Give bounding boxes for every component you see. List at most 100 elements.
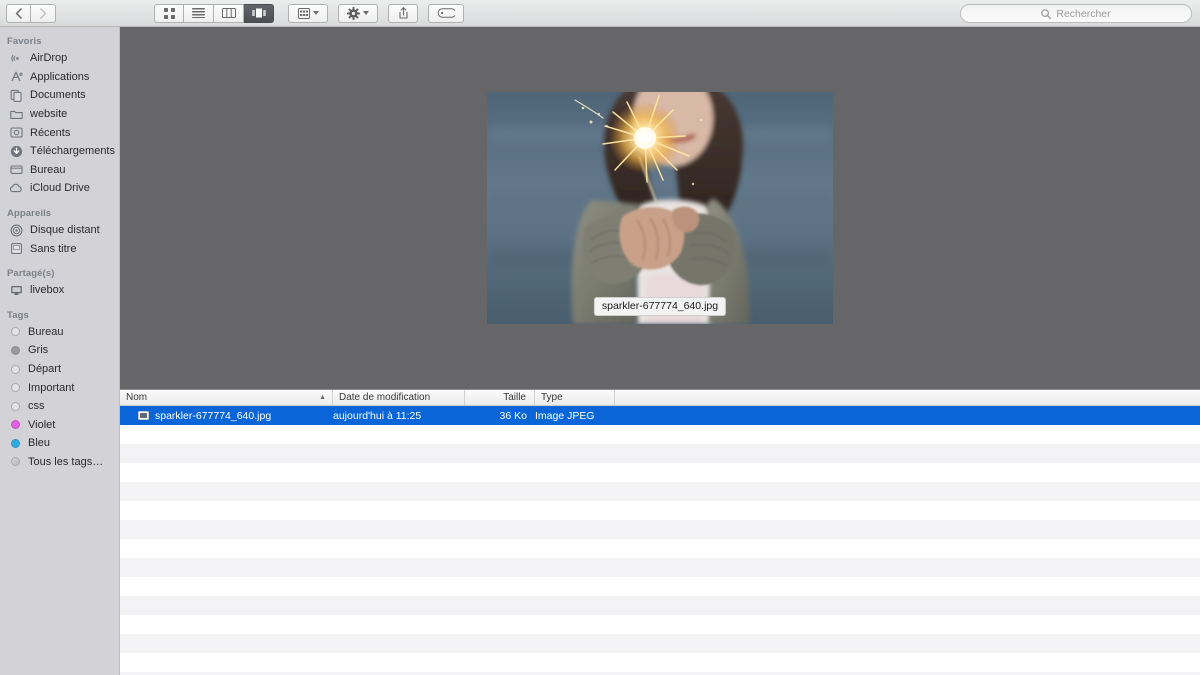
chevron-down-icon [312,11,319,15]
sidebar-item-icloud-drive[interactable]: iCloud Drive [0,179,119,198]
sidebar-tag-violet[interactable]: Violet [0,416,119,435]
cell-date: aujourd'hui à 11:25 [333,409,422,422]
chevron-left-icon [15,7,22,19]
sidebar-item-label: Disque distant [30,224,100,237]
sidebar-item-untitled-disk[interactable]: Sans titre [0,239,119,258]
empty-row[interactable] [120,596,1200,615]
chevron-down-icon [363,11,369,15]
empty-row[interactable] [120,577,1200,596]
column-header-date[interactable]: Date de modification [333,390,465,405]
sidebar-tag-important[interactable]: Important [0,378,119,397]
hard-disk-icon [9,242,23,256]
sidebar-tag-depart[interactable]: Départ [0,360,119,379]
column-header-size[interactable]: Taille [465,390,535,405]
empty-row[interactable] [120,615,1200,634]
preview-photo-render [487,92,833,324]
sidebar-item-documents[interactable]: Documents [0,86,119,105]
search-field[interactable]: Rechercher [960,4,1192,23]
coverflow-preview-pane[interactable]: sparkler-677774_640.jpg [120,27,1200,389]
tag-button[interactable] [428,3,464,23]
sidebar-tag-all-tags[interactable]: Tous les tags… [0,453,119,472]
list-view-button[interactable] [184,3,214,23]
sidebar-item-airdrop[interactable]: AirDrop [0,49,119,68]
arrange-button[interactable] [288,3,328,23]
tag-color-dot [11,327,20,337]
empty-row[interactable] [120,463,1200,482]
chevron-right-icon [39,7,46,19]
sidebar-item-recents[interactable]: Récents [0,123,119,142]
empty-row[interactable] [120,539,1200,558]
sidebar-item-label: iCloud Drive [30,182,90,195]
sidebar-item-label: AirDrop [30,52,68,65]
tag-color-dot [11,401,20,411]
tag-color-dot [11,345,20,355]
sidebar-item-remote-disk[interactable]: Disque distant [0,221,119,240]
sidebar-item-livebox[interactable]: livebox [0,281,119,300]
documents-icon [9,88,23,102]
preview-image[interactable]: sparkler-677774_640.jpg [487,92,833,324]
sidebar-tag-bleu[interactable]: Bleu [0,434,119,453]
forward-button[interactable] [31,3,56,23]
sidebar-item-desktop[interactable]: Bureau [0,161,119,180]
back-button[interactable] [6,3,31,23]
empty-row[interactable] [120,653,1200,672]
jpeg-file-icon [138,411,149,420]
tag-color-dot [11,457,20,467]
sidebar-item-label: website [30,108,68,121]
preview-filename-label: sparkler-677774_640.jpg [593,297,727,316]
file-list-rows: sparkler-677774_640.jpg aujourd'hui à 11… [120,406,1200,675]
sidebar-item-applications[interactable]: Applications [0,68,119,87]
folder-icon [9,107,23,121]
sidebar-tag-label: Violet [28,418,56,431]
arrange-grid-icon [297,7,310,19]
empty-row[interactable] [120,520,1200,539]
sidebar-tag-label: Départ [28,363,62,376]
sidebar-tag-label: Bleu [28,437,51,450]
toolbar-action-group [288,3,464,23]
finder-window: Rechercher Favoris AirDrop Applications … [0,0,1200,675]
sidebar-tag-bureau[interactable]: Bureau [0,323,119,342]
empty-row[interactable] [120,558,1200,577]
share-button[interactable] [388,3,418,23]
sidebar-tag-gris[interactable]: Gris [0,341,119,360]
action-menu-button[interactable] [338,3,378,23]
empty-row[interactable] [120,501,1200,520]
columns-icon [221,8,236,18]
sidebar: Favoris AirDrop Applications Documents w… [0,27,120,675]
sidebar-tag-css[interactable]: css [0,397,119,416]
empty-row[interactable] [120,482,1200,501]
airdrop-icon [9,51,23,65]
file-name-label: sparkler-677774_640.jpg [155,409,272,422]
file-list-header: Nom ▲ Date de modification Taille Type [120,389,1200,406]
sidebar-section-title-partages: Partagé(s) [7,267,55,279]
sidebar-item-label: livebox [30,284,65,297]
sidebar-tag-label: Gris [28,344,49,357]
column-header-type[interactable]: Type [535,390,615,405]
column-view-button[interactable] [214,3,244,23]
sidebar-item-website[interactable]: website [0,105,119,124]
tag-color-dot [11,420,20,430]
applications-icon [9,70,23,84]
column-header-name[interactable]: Nom ▲ [120,390,333,405]
tag-color-dot [11,364,20,374]
sidebar-item-label: Récents [30,126,71,139]
column-header-label: Taille [503,392,526,403]
coverflow-icon [251,8,266,18]
column-header-label: Type [541,392,563,403]
sidebar-item-label: Documents [30,89,86,102]
sidebar-item-downloads[interactable]: Téléchargements [0,142,119,161]
sort-indicator-icon: ▲ [319,394,326,401]
gear-icon [347,6,360,20]
empty-row[interactable] [120,425,1200,444]
view-mode-button-group [154,3,274,23]
share-icon [398,7,408,19]
empty-row[interactable] [120,444,1200,463]
content-area: sparkler-677774_640.jpg Nom ▲ Date de mo… [120,27,1200,675]
empty-row[interactable] [120,634,1200,653]
sidebar-tag-label: Tous les tags… [28,455,104,468]
icon-view-button[interactable] [154,3,184,23]
file-list: Nom ▲ Date de modification Taille Type s… [120,389,1200,675]
window-body: Favoris AirDrop Applications Documents w… [0,27,1200,675]
coverflow-view-button[interactable] [244,3,274,23]
table-row[interactable]: sparkler-677774_640.jpg aujourd'hui à 11… [120,406,1200,425]
